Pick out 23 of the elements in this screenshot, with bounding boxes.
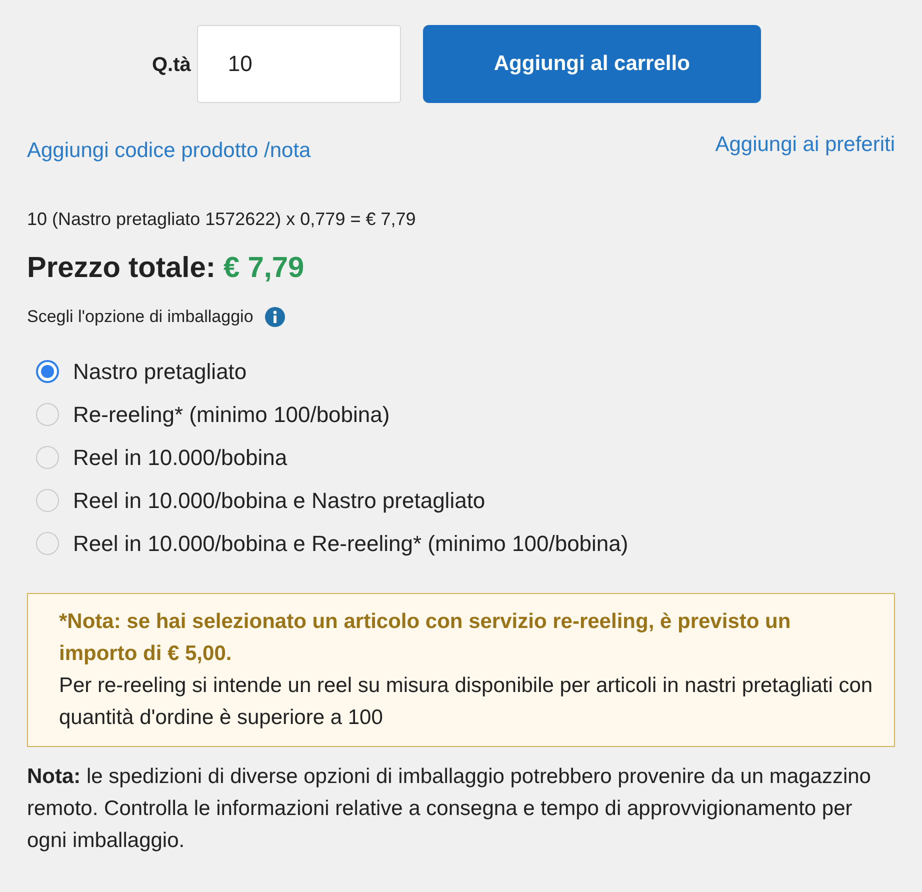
- price-calculation: 10 (Nastro pretagliato 1572622) x 0,779 = € 7,79: [27, 208, 417, 231]
- product-code-link[interactable]: Aggiungi codice prodotto /nota: [27, 135, 311, 166]
- radio-button[interactable]: [36, 532, 59, 554]
- radio-button[interactable]: [36, 360, 59, 382]
- radio-button[interactable]: [36, 402, 59, 426]
- packaging-option[interactable]: Nastro pretagliato: [36, 350, 895, 392]
- quantity-label: Q.tà: [152, 53, 191, 78]
- total-label: Prezzo totale:: [27, 250, 216, 286]
- radio-button[interactable]: [36, 446, 59, 468]
- footnote-text: Nota: le spedizioni di diverse opzioni di imballaggio potrebbero provenire da un magazzino remoto. Controlla le informazioni relative a consegna e tempo di approvvigionamento per ogni imballaggio.: [27, 764, 872, 854]
- packaging-option[interactable]: Reel in 10.000/bobina e Re-reeling* (minimo 100/bobina): [36, 522, 895, 564]
- info-icon[interactable]: [265, 306, 286, 327]
- packaging-option[interactable]: Re-reeling* (minimo 100/bobina): [36, 392, 895, 436]
- total-price: € 7,79: [224, 250, 304, 286]
- radio-button[interactable]: [36, 488, 59, 512]
- notice-text: Per re-reeling si intende un reel su misura disponibile per articoli in nastri pretagliati con quantità d'ordine è superiore a 100: [59, 672, 874, 730]
- add-to-cart-button[interactable]: Aggiungi al carrello: [422, 25, 761, 103]
- packaging-option[interactable]: Reel in 10.000/bobina e Nastro pretagliato: [36, 478, 895, 522]
- notice-title: *Nota: se hai selezionato un articolo con servizio re-reeling, è previsto un importo di € 5,00.: [59, 608, 792, 666]
- favorites-link[interactable]: Aggiungi ai preferiti: [715, 129, 895, 160]
- packaging-label: Scegli l'opzione di imballaggio: [27, 306, 254, 328]
- quantity-field[interactable]: 10: [196, 25, 401, 103]
- packaging-option[interactable]: Reel in 10.000/bobina: [36, 436, 895, 478]
